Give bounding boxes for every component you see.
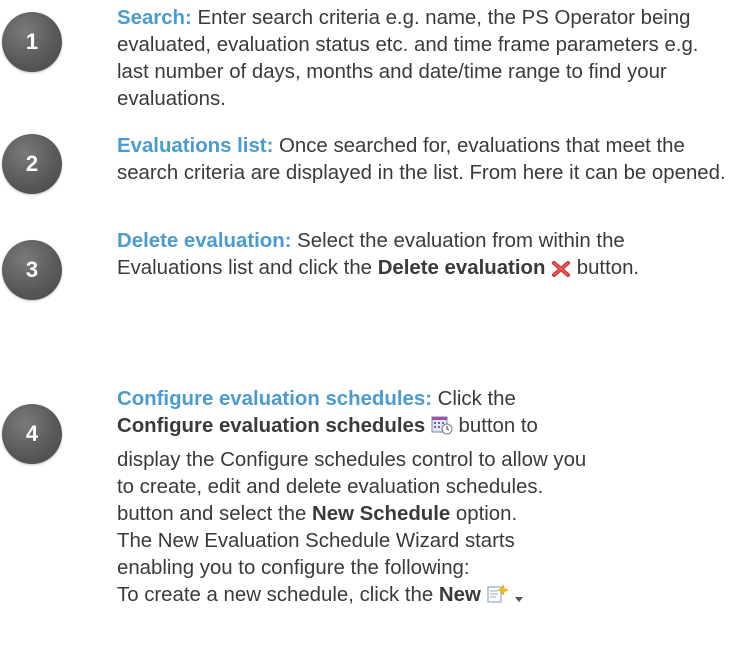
step-4-line1-rest: Click the <box>431 388 516 410</box>
delete-evaluation-label: Delete evaluation <box>377 257 546 279</box>
step-4-para2: display the Configure schedules control … <box>117 449 587 498</box>
step-3-body-after: button. <box>571 257 640 279</box>
step-4-title: Configure evaluation schedules: <box>117 388 432 410</box>
step-1-body: Enter search criteria e.g. name, the PS … <box>117 7 699 110</box>
new-schedule-label: New Schedule <box>312 503 451 525</box>
step-3-title: Delete evaluation: <box>117 230 292 252</box>
step-4-para3: button and select the New Schedule optio… <box>117 501 727 582</box>
step-2-badge: 2 <box>2 134 62 194</box>
step-1-text: Search: Enter search criteria e.g. name,… <box>117 5 735 113</box>
new-button-label: New <box>438 584 481 606</box>
new-item-sparkle-icon <box>487 584 509 612</box>
step-4-text: Configure evaluation schedules: Click th… <box>117 386 735 612</box>
step-1-badge: 1 <box>2 12 62 72</box>
step-2-title: Evaluations list: <box>117 135 274 157</box>
red-x-delete-icon <box>551 258 571 285</box>
step-3-badge: 3 <box>2 240 62 300</box>
step-2-number: 2 <box>25 151 39 176</box>
calendar-schedule-icon <box>431 415 453 443</box>
step-4-para4: To create a new schedule, click the New <box>117 582 735 612</box>
step-2-text: Evaluations list: Once searched for, eva… <box>117 133 735 187</box>
dropdown-arrow-icon <box>514 585 524 612</box>
step-3-text: Delete evaluation: Select the evaluation… <box>117 228 735 285</box>
step-1-title: Search: <box>117 7 192 29</box>
step-4-para4-before: To create a new schedule, click the <box>117 584 439 606</box>
step-4-badge: 4 <box>2 404 62 464</box>
step-1-number: 1 <box>25 29 39 54</box>
step-3-number: 3 <box>25 257 39 282</box>
step-4-number: 4 <box>25 421 39 446</box>
step-4-para3-before: button and select the <box>117 503 312 525</box>
step-4-line2-rest: button to <box>452 415 538 437</box>
configure-schedules-label: Configure evaluation schedules <box>117 415 426 437</box>
